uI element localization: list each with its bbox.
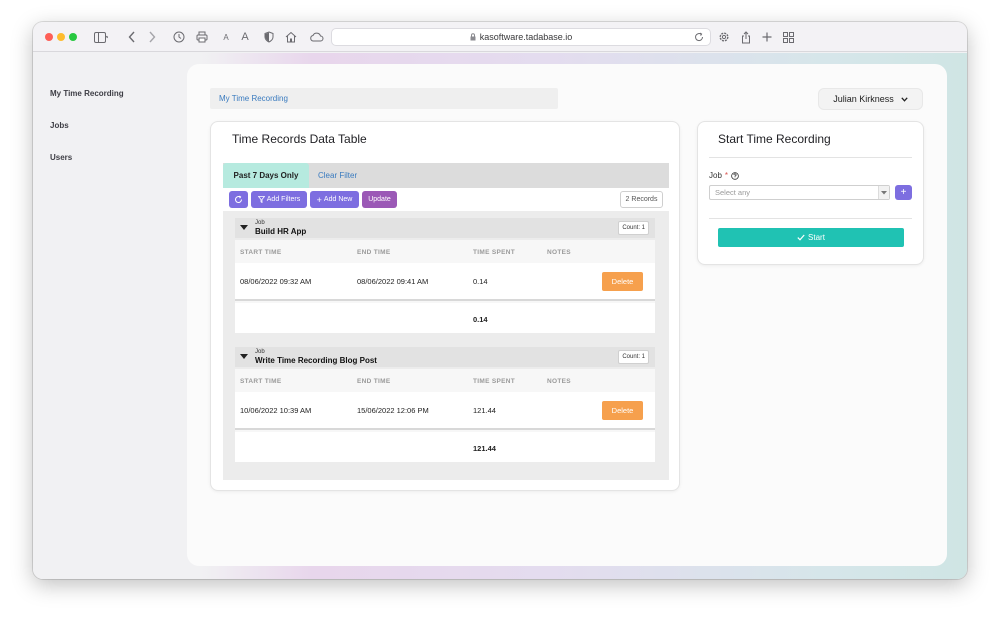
tab-past-7-days[interactable]: Past 7 Days Only <box>223 163 309 188</box>
start-button[interactable]: Start <box>718 228 904 247</box>
collapse-caret-icon[interactable] <box>240 225 248 230</box>
minimize-window-dot[interactable] <box>57 33 65 41</box>
text-larger-icon[interactable]: A <box>239 29 251 45</box>
refresh-button[interactable] <box>229 191 248 208</box>
new-tab-icon[interactable] <box>761 29 773 45</box>
add-filters-label: Add Filters <box>266 196 301 203</box>
collapse-caret-icon[interactable] <box>240 354 248 359</box>
col-header-time-spent[interactable]: TIME SPENT <box>473 249 515 256</box>
group-header[interactable]: Job Write Time Recording Blog Post Count… <box>235 347 655 367</box>
delete-button[interactable]: Delete <box>602 272 643 291</box>
lock-icon <box>470 33 476 41</box>
records-count-badge: 2 Records <box>620 191 663 208</box>
grid-icon[interactable] <box>782 29 794 45</box>
add-new-label: Add New <box>323 196 353 203</box>
time-spent-total: 121.44 <box>473 444 496 453</box>
col-header-notes[interactable]: NOTES <box>547 249 571 256</box>
browser-window: A A kasoftware.tadabase.io My Time Recor… <box>33 22 967 579</box>
group-header[interactable]: Job Build HR App Count: 1 <box>235 218 655 238</box>
main-content: My Time Recording Julian Kirkness Time R… <box>187 64 947 566</box>
forward-icon[interactable] <box>146 29 158 45</box>
group-label: Job <box>255 220 265 226</box>
group-total-row: 121.44 <box>235 432 655 462</box>
add-filters-button[interactable]: Add Filters <box>251 191 307 208</box>
sidebar: My Time Recording Jobs Users <box>33 53 187 579</box>
start-time-cell: 08/06/2022 09:32 AM <box>240 277 312 286</box>
time-records-title: Time Records Data Table <box>232 132 367 146</box>
group-label: Job <box>255 349 265 355</box>
table-row: 10/06/2022 10:39 AM 15/06/2022 12:06 PM … <box>235 392 655 430</box>
browser-titlebar: A A kasoftware.tadabase.io <box>33 22 967 52</box>
user-name: Julian Kirkness <box>833 94 894 104</box>
table-row: 08/06/2022 09:32 AM 08/06/2022 09:41 AM … <box>235 263 655 301</box>
delete-button[interactable]: Delete <box>602 401 643 420</box>
history-icon[interactable] <box>172 29 186 45</box>
zoom-window-dot[interactable] <box>69 33 77 41</box>
group-body: START TIME END TIME TIME SPENT NOTES 08/… <box>235 240 655 333</box>
update-button[interactable]: Update <box>362 191 397 208</box>
group-count-badge: Count: 1 <box>618 350 649 364</box>
address-bar[interactable]: kasoftware.tadabase.io <box>331 28 711 46</box>
url-text: kasoftware.tadabase.io <box>479 32 573 42</box>
time-spent-cell: 0.14 <box>473 277 488 286</box>
group-count-badge: Count: 1 <box>618 221 649 235</box>
job-field-label: Job * <box>709 171 739 180</box>
time-records-card: Time Records Data Table Past 7 Days Only… <box>210 121 680 491</box>
col-header-time-spent[interactable]: TIME SPENT <box>473 378 515 385</box>
close-window-dot[interactable] <box>45 33 53 41</box>
back-icon[interactable] <box>126 29 138 45</box>
group-name: Write Time Recording Blog Post <box>255 356 377 365</box>
refresh-icon <box>234 195 243 204</box>
share-icon[interactable] <box>740 29 752 45</box>
start-label: Start <box>808 233 825 242</box>
add-job-button[interactable]: + <box>895 185 912 200</box>
gear-icon[interactable] <box>717 29 731 45</box>
time-spent-cell: 121.44 <box>473 406 496 415</box>
user-menu-button[interactable]: Julian Kirkness <box>818 88 923 110</box>
time-spent-total: 0.14 <box>473 315 488 324</box>
start-recording-card: Start Time Recording Job * Select any + <box>697 121 924 265</box>
text-smaller-icon[interactable]: A <box>221 29 231 45</box>
chevron-down-icon <box>901 96 908 102</box>
title-divider <box>709 157 912 158</box>
col-header-start-time[interactable]: START TIME <box>240 249 282 256</box>
sidebar-item-users[interactable]: Users <box>50 153 72 162</box>
form-divider <box>709 218 912 219</box>
plus-icon: + <box>316 194 322 205</box>
group-name: Build HR App <box>255 227 307 236</box>
col-header-end-time[interactable]: END TIME <box>357 378 390 385</box>
clear-filter-link[interactable]: Clear Filter <box>318 163 357 188</box>
job-label: Job <box>709 171 722 180</box>
breadcrumb[interactable]: My Time Recording <box>210 88 558 109</box>
filter-icon <box>257 196 265 203</box>
col-header-notes[interactable]: NOTES <box>547 378 571 385</box>
add-new-button[interactable]: + Add New <box>310 191 359 208</box>
shield-icon[interactable] <box>263 29 275 45</box>
end-time-cell: 08/06/2022 09:41 AM <box>357 277 429 286</box>
reload-icon[interactable] <box>694 32 704 42</box>
col-header-start-time[interactable]: START TIME <box>240 378 282 385</box>
chevron-down-icon <box>878 186 889 199</box>
col-header-end-time[interactable]: END TIME <box>357 249 390 256</box>
records-table: Job Build HR App Count: 1 START TIME END… <box>223 211 669 480</box>
home-icon[interactable] <box>284 29 298 45</box>
help-icon[interactable] <box>731 171 739 180</box>
job-select-placeholder: Select any <box>715 188 751 197</box>
required-mark: * <box>724 171 729 180</box>
end-time-cell: 15/06/2022 12:06 PM <box>357 406 429 415</box>
group-total-row: 0.14 <box>235 303 655 333</box>
group-body: START TIME END TIME TIME SPENT NOTES 10/… <box>235 369 655 462</box>
filter-tabs: Past 7 Days Only Clear Filter <box>223 163 669 188</box>
check-icon <box>797 234 805 241</box>
start-recording-title: Start Time Recording <box>718 132 831 146</box>
sidebar-item-jobs[interactable]: Jobs <box>50 121 69 130</box>
printer-icon[interactable] <box>195 29 209 45</box>
sidebar-icon[interactable] <box>90 29 112 45</box>
sidebar-item-my-time-recording[interactable]: My Time Recording <box>50 89 124 98</box>
cloud-icon[interactable] <box>308 29 324 45</box>
job-select[interactable]: Select any <box>709 185 890 200</box>
start-time-cell: 10/06/2022 10:39 AM <box>240 406 312 415</box>
